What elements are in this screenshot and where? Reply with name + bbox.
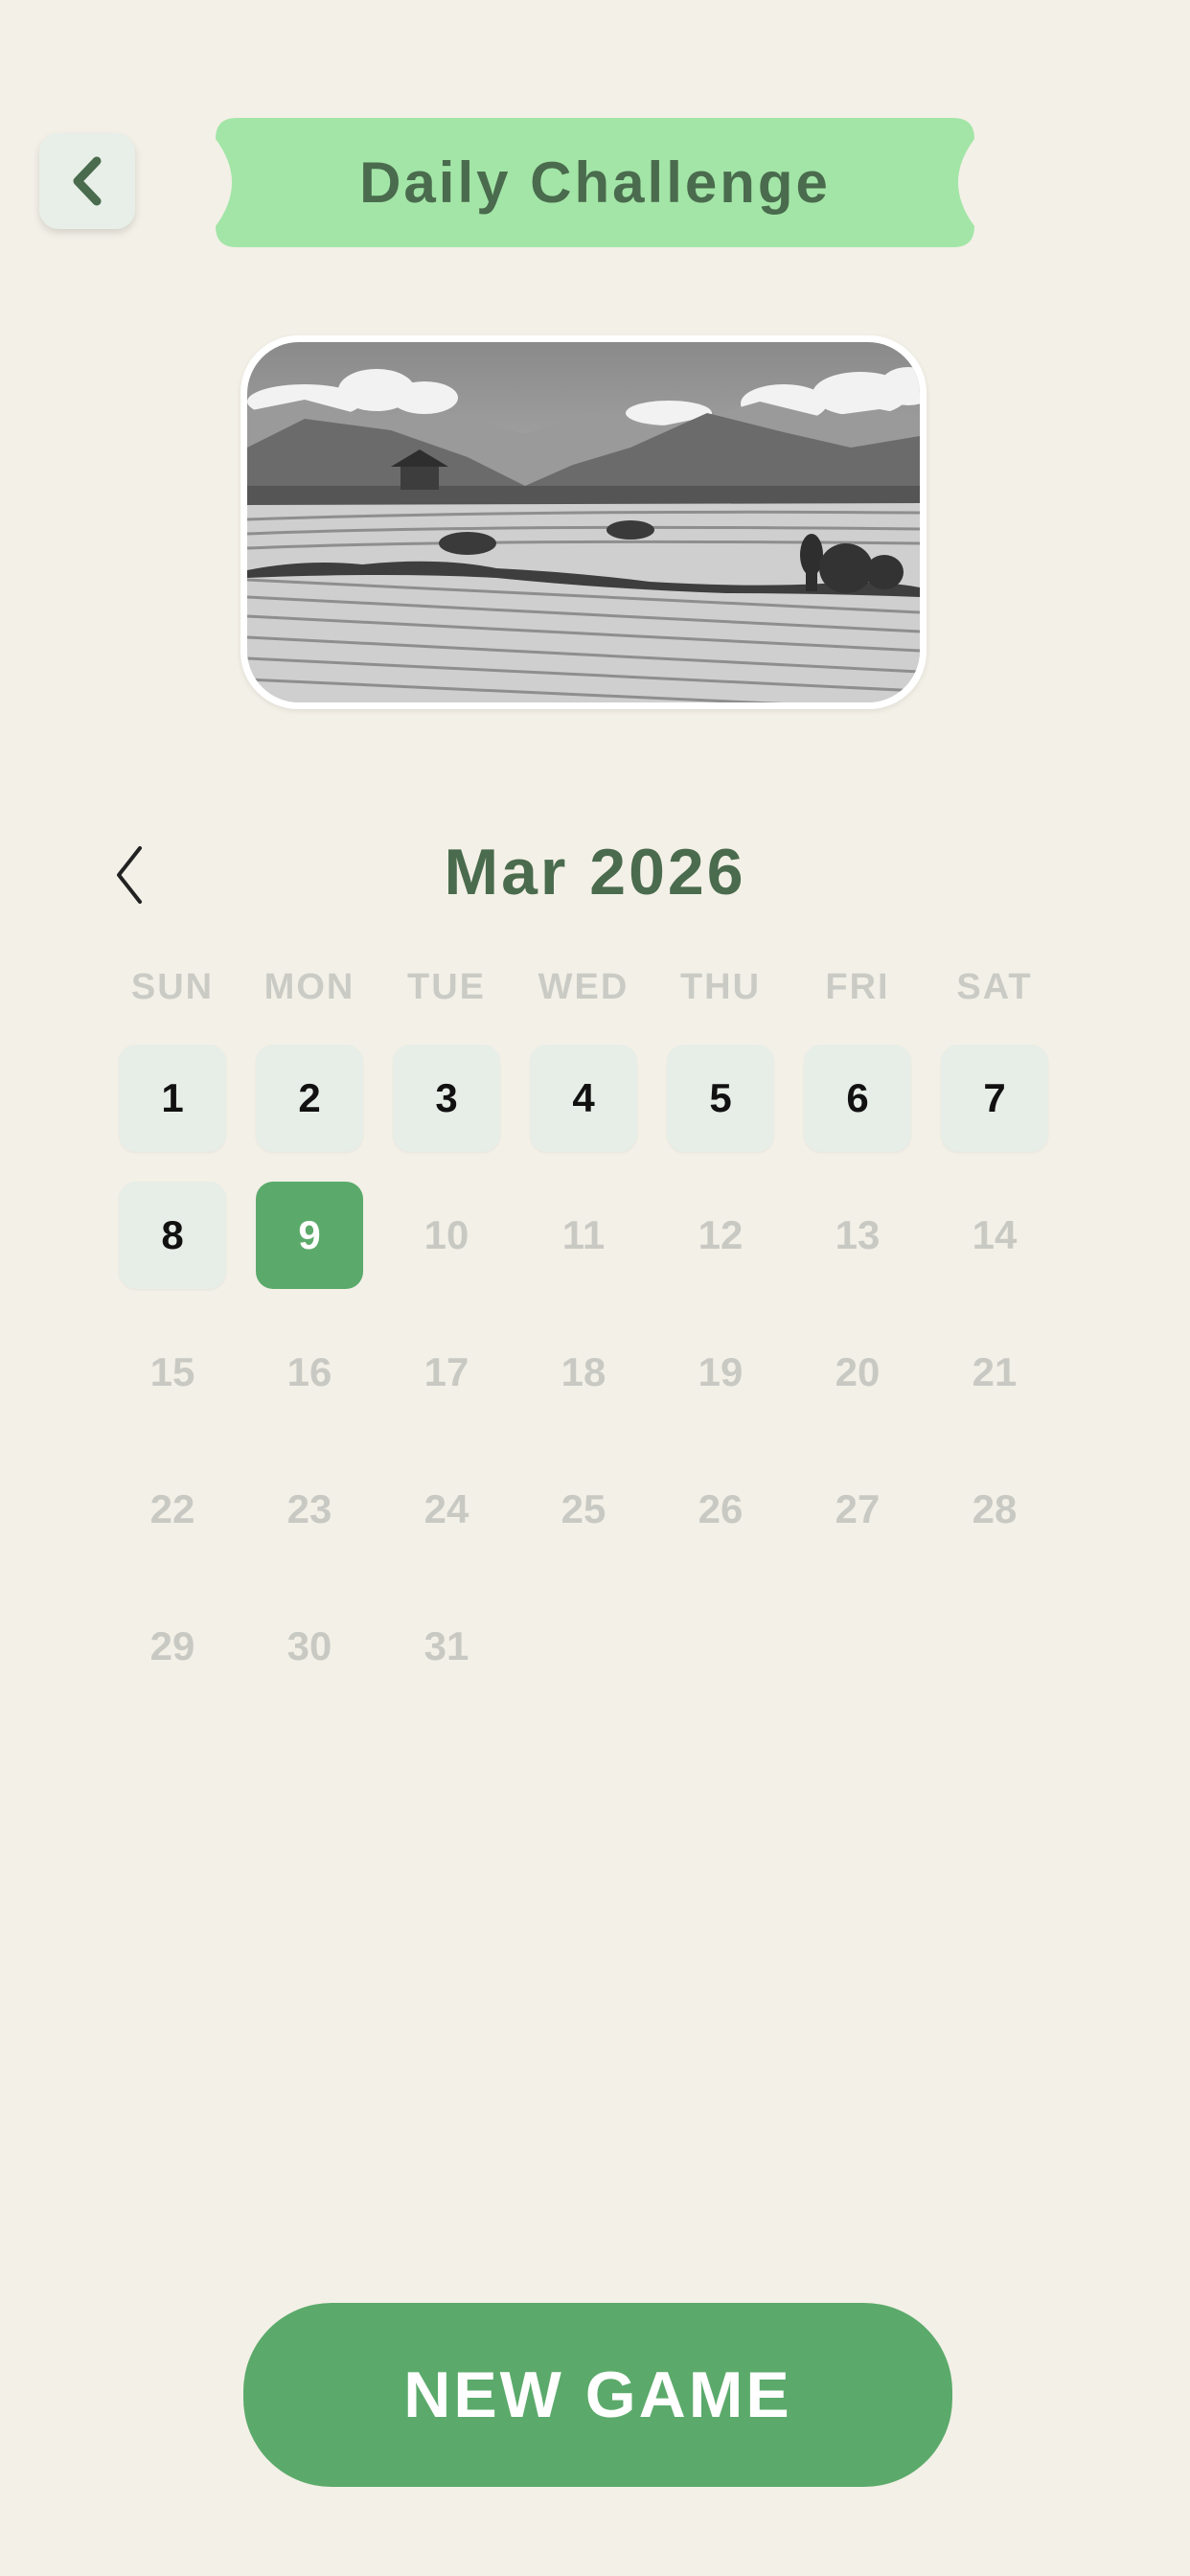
calendar-day-19: 19 bbox=[698, 1349, 744, 1394]
calendar-day-10: 10 bbox=[423, 1212, 469, 1257]
weekday-label-wed: WED bbox=[538, 967, 629, 1007]
weekday-label-mon: MON bbox=[263, 967, 355, 1007]
weekday-label-tue: TUE bbox=[407, 967, 486, 1007]
calendar-day-22: 22 bbox=[149, 1486, 195, 1531]
calendar-day-26: 26 bbox=[698, 1486, 744, 1531]
new-game-button[interactable]: NEW GAME bbox=[243, 2303, 952, 2487]
calendar-day-14: 14 bbox=[972, 1212, 1018, 1257]
title-banner: Daily Challenge bbox=[216, 118, 974, 247]
month-header: Mar 2026 bbox=[0, 824, 1190, 920]
calendar-day-31: 31 bbox=[423, 1623, 469, 1668]
calendar-day-21: 21 bbox=[972, 1349, 1018, 1394]
weekday-label-fri: FRI bbox=[825, 967, 890, 1007]
calendar-day-28: 28 bbox=[972, 1486, 1018, 1531]
calendar-day-4[interactable]: 4 bbox=[530, 1045, 637, 1152]
calendar-day-29: 29 bbox=[149, 1623, 195, 1668]
calendar-day-23: 23 bbox=[286, 1486, 332, 1531]
month-label: Mar 2026 bbox=[444, 836, 746, 908]
weekday-label-thu: THU bbox=[679, 967, 762, 1007]
calendar-day-11: 11 bbox=[561, 1212, 606, 1257]
calendar-day-30: 30 bbox=[286, 1623, 332, 1668]
weekday-label-sat: SAT bbox=[956, 967, 1033, 1007]
puzzle-preview-image bbox=[240, 335, 927, 709]
page-title: Daily Challenge bbox=[359, 150, 831, 215]
back-button[interactable] bbox=[39, 133, 135, 229]
calendar-day-1[interactable]: 1 bbox=[119, 1045, 226, 1152]
chevron-left-icon bbox=[73, 156, 102, 206]
calendar-day-20: 20 bbox=[835, 1349, 881, 1394]
calendar-day-6[interactable]: 6 bbox=[804, 1045, 911, 1152]
calendar-day-17: 17 bbox=[423, 1349, 469, 1394]
calendar-day-15: 15 bbox=[149, 1349, 195, 1394]
calendar-day-13: 13 bbox=[835, 1212, 881, 1257]
calendar-day-18: 18 bbox=[561, 1349, 606, 1394]
calendar-day-7[interactable]: 7 bbox=[941, 1045, 1048, 1152]
calendar-day-16: 16 bbox=[286, 1349, 332, 1394]
calendar-day-27: 27 bbox=[835, 1486, 881, 1531]
calendar-day-25: 25 bbox=[561, 1486, 606, 1531]
calendar-day-2[interactable]: 2 bbox=[256, 1045, 363, 1152]
weekday-label-sun: SUN bbox=[130, 967, 215, 1007]
calendar-day-9[interactable]: 9 bbox=[256, 1182, 363, 1289]
calendar-day-24: 24 bbox=[423, 1486, 469, 1531]
calendar-day-5[interactable]: 5 bbox=[667, 1045, 774, 1152]
calendar-day-8[interactable]: 8 bbox=[119, 1182, 226, 1289]
calendar-day-12: 12 bbox=[698, 1212, 744, 1257]
calendar-day-3[interactable]: 3 bbox=[393, 1045, 500, 1152]
